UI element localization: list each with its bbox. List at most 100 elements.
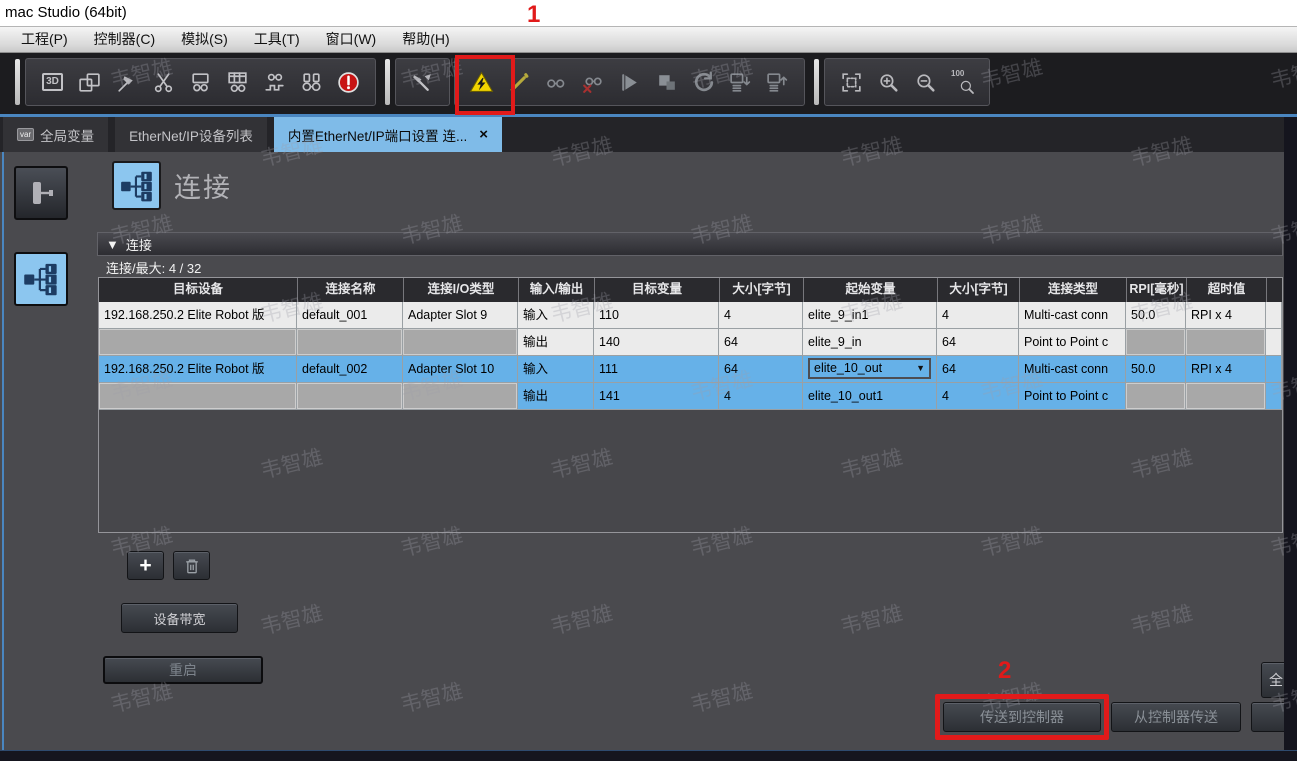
table-cell[interactable]: Multi-cast conn bbox=[1019, 356, 1126, 383]
table-cell[interactable]: 输出 bbox=[518, 383, 594, 410]
table-cell[interactable]: 输入 bbox=[518, 302, 594, 329]
table-cell[interactable] bbox=[1266, 356, 1282, 383]
stop-icon[interactable] bbox=[653, 69, 680, 96]
edit-tool-icon[interactable] bbox=[409, 69, 436, 96]
table-cell[interactable]: RPI x 4 bbox=[1186, 302, 1266, 329]
table-cell[interactable]: 111 bbox=[594, 356, 719, 383]
column-header-7[interactable]: 起始变量 bbox=[803, 278, 937, 302]
column-header-1[interactable]: 目标设备 bbox=[99, 278, 297, 302]
table-cell[interactable] bbox=[99, 329, 297, 356]
zoom-in-icon[interactable] bbox=[875, 69, 902, 96]
origin-variable-dropdown[interactable]: elite_10_out▼ bbox=[808, 358, 931, 379]
error-abort-icon[interactable] bbox=[335, 69, 362, 96]
fit-to-window-icon[interactable] bbox=[838, 69, 865, 96]
sidebar-item-port-settings[interactable] bbox=[14, 166, 68, 220]
table-cell[interactable]: 64 bbox=[937, 329, 1019, 356]
upload-from-device-icon[interactable] bbox=[764, 69, 791, 96]
table-cell[interactable] bbox=[403, 383, 518, 410]
collapse-arrow-icon[interactable]: ▼ bbox=[106, 237, 119, 252]
tab-ethernet-ip-device-list[interactable]: EtherNet/IP设备列表 bbox=[115, 117, 267, 152]
table-cell[interactable]: 50.0 bbox=[1126, 356, 1186, 383]
column-header-3[interactable]: 连接I/O类型 bbox=[403, 278, 518, 302]
menu-window[interactable]: 窗口(W) bbox=[313, 27, 390, 52]
run-icon[interactable] bbox=[616, 69, 643, 96]
table-row[interactable]: 输出14064elite_9_in64Point to Point c bbox=[99, 329, 1282, 356]
table-cell[interactable]: default_002 bbox=[297, 356, 403, 383]
table-cell[interactable]: 110 bbox=[594, 302, 719, 329]
table-cell[interactable]: Adapter Slot 9 bbox=[403, 302, 518, 329]
cut-icon[interactable] bbox=[150, 69, 177, 96]
column-header-2[interactable]: 连接名称 bbox=[297, 278, 403, 302]
table-cell[interactable] bbox=[1266, 302, 1282, 329]
table-cell[interactable] bbox=[1126, 329, 1186, 356]
stop-monitor-icon[interactable] bbox=[579, 69, 606, 96]
watch-table-icon[interactable] bbox=[224, 69, 251, 96]
table-cell[interactable]: Adapter Slot 10 bbox=[403, 356, 518, 383]
column-header-10[interactable]: RPI[毫秒] bbox=[1126, 278, 1186, 302]
menu-project[interactable]: 工程(P) bbox=[8, 27, 81, 52]
table-cell[interactable]: elite_9_in1 bbox=[803, 302, 937, 329]
table-cell[interactable]: 50.0 bbox=[1126, 302, 1186, 329]
table-cell[interactable]: 4 bbox=[937, 302, 1019, 329]
find-icon[interactable] bbox=[298, 69, 325, 96]
table-cell[interactable]: elite_10_out▼ bbox=[803, 356, 937, 383]
table-cell[interactable]: 4 bbox=[719, 302, 803, 329]
table-cell[interactable] bbox=[1186, 329, 1266, 356]
table-cell[interactable]: elite_9_in bbox=[803, 329, 937, 356]
menu-tools[interactable]: 工具(T) bbox=[241, 27, 313, 52]
column-header-12[interactable] bbox=[1266, 278, 1282, 302]
table-cell[interactable] bbox=[99, 383, 297, 410]
table-cell[interactable]: 140 bbox=[594, 329, 719, 356]
table-cell[interactable] bbox=[1266, 383, 1282, 410]
table-cell[interactable]: 64 bbox=[937, 356, 1019, 383]
close-icon[interactable]: × bbox=[479, 126, 488, 143]
add-connection-button[interactable]: + bbox=[127, 551, 164, 580]
menu-simulation[interactable]: 模拟(S) bbox=[168, 27, 241, 52]
build-icon[interactable] bbox=[113, 69, 140, 96]
column-header-8[interactable]: 大小[字节] bbox=[937, 278, 1019, 302]
table-cell[interactable]: Point to Point c bbox=[1019, 383, 1126, 410]
section-header-connections[interactable]: ▼ 连接 bbox=[97, 232, 1283, 256]
table-cell[interactable]: Point to Point c bbox=[1019, 329, 1126, 356]
table-cell[interactable] bbox=[1266, 329, 1282, 356]
restart-button[interactable]: 重启 bbox=[103, 656, 263, 684]
table-row[interactable]: 输出1414elite_10_out14Point to Point c bbox=[99, 383, 1282, 410]
table-cell[interactable]: 192.168.250.2 Elite Robot 版 bbox=[99, 302, 297, 329]
sidebar-item-connections[interactable] bbox=[14, 252, 68, 306]
tab-global-variables[interactable]: var 全局变量 bbox=[3, 117, 108, 152]
table-row[interactable]: 192.168.250.2 Elite Robot 版default_002Ad… bbox=[99, 356, 1282, 383]
monitor-icon[interactable] bbox=[542, 69, 569, 96]
column-header-4[interactable]: 输入/输出 bbox=[518, 278, 594, 302]
transfer-from-controller-button[interactable]: 从控制器传送 bbox=[1111, 702, 1241, 732]
table-cell[interactable]: RPI x 4 bbox=[1186, 356, 1266, 383]
column-header-11[interactable]: 超时值 bbox=[1186, 278, 1266, 302]
device-bandwidth-button[interactable]: 设备带宽 bbox=[121, 603, 238, 633]
menu-help[interactable]: 帮助(H) bbox=[389, 27, 462, 52]
table-cell[interactable] bbox=[403, 329, 518, 356]
table-cell[interactable]: elite_10_out1 bbox=[803, 383, 937, 410]
menu-controller[interactable]: 控制器(C) bbox=[81, 27, 168, 52]
monitor-wave-icon[interactable] bbox=[261, 69, 288, 96]
table-row[interactable]: 192.168.250.2 Elite Robot 版default_001Ad… bbox=[99, 302, 1282, 329]
delete-connection-button[interactable] bbox=[173, 551, 210, 580]
sync-icon[interactable] bbox=[690, 69, 717, 96]
table-cell[interactable] bbox=[1186, 383, 1266, 410]
column-header-6[interactable]: 大小[字节] bbox=[719, 278, 803, 302]
zoom-out-icon[interactable] bbox=[912, 69, 939, 96]
table-cell[interactable]: 输出 bbox=[518, 329, 594, 356]
layout-windows-icon[interactable] bbox=[76, 69, 103, 96]
table-cell[interactable]: 64 bbox=[719, 329, 803, 356]
column-header-9[interactable]: 连接类型 bbox=[1019, 278, 1126, 302]
table-cell[interactable] bbox=[1126, 383, 1186, 410]
tab-builtin-ethernet-ip-port-settings[interactable]: 内置EtherNet/IP端口设置 连... × bbox=[274, 117, 502, 152]
column-header-5[interactable]: 目标变量 bbox=[594, 278, 719, 302]
table-cell[interactable]: default_001 bbox=[297, 302, 403, 329]
table-cell[interactable] bbox=[297, 383, 403, 410]
table-cell[interactable]: 4 bbox=[719, 383, 803, 410]
table-cell[interactable]: 输入 bbox=[518, 356, 594, 383]
chevron-down-icon[interactable]: ▼ bbox=[916, 360, 925, 377]
table-cell[interactable]: 141 bbox=[594, 383, 719, 410]
table-cell[interactable]: Multi-cast conn bbox=[1019, 302, 1126, 329]
watch-window-icon[interactable] bbox=[187, 69, 214, 96]
table-cell[interactable]: 192.168.250.2 Elite Robot 版 bbox=[99, 356, 297, 383]
